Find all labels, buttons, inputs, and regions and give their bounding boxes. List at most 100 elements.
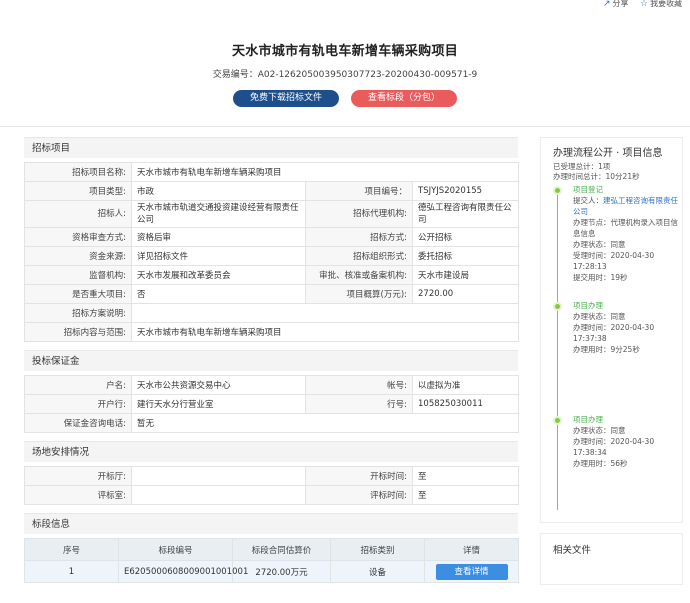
field-value: 天水市城市有轨电车新增车辆采购项目 bbox=[130, 162, 520, 182]
field-label: 户名: bbox=[24, 375, 132, 395]
field-label: 监督机构: bbox=[24, 265, 132, 285]
field-label: 招标内容与范围: bbox=[24, 322, 132, 342]
section-title: 投标保证金 bbox=[24, 350, 518, 371]
step-node: 办理节点：代理机构录入项目信息信息 bbox=[573, 218, 678, 238]
step-name: 项目登记 bbox=[573, 185, 603, 194]
related-files-title: 相关文件 bbox=[553, 545, 592, 556]
field-value: 天水市公共资源交易中心 bbox=[131, 375, 306, 395]
column-header: 招标类别 bbox=[330, 538, 425, 561]
download-tender-button[interactable]: 免费下载招标文件 bbox=[233, 90, 339, 107]
section-title: 场地安排情况 bbox=[24, 441, 518, 462]
field-value: 否 bbox=[131, 284, 306, 304]
favorite-link[interactable]: ☆ 我要收藏 bbox=[640, 0, 682, 9]
step-registration: 项目登记 提交人：建弘工程咨询有限责任公司 办理节点：代理机构录入项目信息信息 … bbox=[573, 184, 681, 283]
table-header-row: 序号 标段编号 标段合同估算价 招标类别 详情 bbox=[24, 538, 519, 561]
table-row: 1 E6205000608009001001001 2720.00万元 设备 查… bbox=[24, 560, 519, 583]
timeline-line bbox=[557, 192, 558, 510]
step-name: 项目办理 bbox=[573, 301, 603, 310]
table-row: 项目类型: 市政 项目编号： TSJYJS2020155 bbox=[24, 181, 520, 201]
column-header: 标段编号 bbox=[118, 538, 233, 561]
venue-section: 场地安排情况 开标厅: 开标时间: 至 评标室: 评标时间: 至 bbox=[24, 441, 519, 505]
transaction-number: 交易编号：A02-126205003950307723-20200430-009… bbox=[212, 70, 478, 80]
field-label: 行号: bbox=[305, 394, 413, 414]
field-label: 审批、核准或备案机构: bbox=[305, 265, 413, 285]
timeline-node bbox=[553, 302, 562, 311]
tender-table: 招标项目名称: 天水市城市有轨电车新增车辆采购项目 项目类型: 市政 项目编号： TSJ… bbox=[24, 162, 520, 342]
section-title: 招标项目 bbox=[24, 137, 518, 158]
timeline-node bbox=[553, 186, 562, 195]
venue-table: 开标厅: 开标时间: 至 评标室: 评标时间: 至 bbox=[24, 466, 519, 505]
view-lots-button[interactable]: 查看标段（分包）情况 bbox=[351, 90, 457, 120]
table-row: 户名: 天水市公共资源交易中心 帐号: 以虚拟为准 bbox=[24, 375, 519, 395]
bid-section: 标段信息 序号 标段编号 标段合同估算价 招标类别 详情 1 E62050006… bbox=[24, 513, 519, 583]
step-status: 办理状态：同意 bbox=[573, 426, 626, 435]
step-duration: 提交用时：19秒 bbox=[573, 273, 628, 282]
table-row: 招标内容与范围: 天水市城市有轨电车新增车辆采购项目 bbox=[24, 322, 520, 342]
field-label: 招标方案说明: bbox=[24, 303, 132, 323]
lot-type: 设备 bbox=[330, 560, 425, 583]
share-icon: ↗ bbox=[603, 0, 611, 9]
field-label: 评标室: bbox=[24, 485, 132, 505]
table-row: 招标项目名称: 天水市城市有轨电车新增车辆采购项目 bbox=[24, 162, 520, 182]
step-processing: 项目办理 办理状态：同意 办理时间：2020-04-30 17:37:38 办理… bbox=[573, 300, 681, 355]
field-value: 天水市发展和改革委员会 bbox=[131, 265, 306, 285]
panel-title: 办理流程公开 · 项目信息 bbox=[553, 148, 663, 159]
field-value: 至 bbox=[412, 485, 519, 505]
field-label: 招标代理机构: bbox=[305, 200, 413, 228]
page-header: 天水市城市有轨电车新增车辆采购项目 交易编号：A02-1262050039503… bbox=[0, 40, 690, 120]
table-row: 资格审查方式: 资格后审 招标方式: 公开招标 bbox=[24, 227, 520, 247]
step-status: 办理状态：同意 bbox=[573, 312, 626, 321]
divider bbox=[0, 126, 690, 127]
step-submitter: 提交人：建弘工程咨询有限责任公司 bbox=[573, 196, 678, 216]
step-processing: 项目办理 办理状态：同意 办理时间：2020-04-30 17:38:34 办理… bbox=[573, 414, 681, 469]
field-value: 详见招标文件 bbox=[131, 246, 306, 266]
step-duration: 办理用时：9分25秒 bbox=[573, 345, 640, 354]
step-time: 办理时间：2020-04-30 17:37:38 bbox=[573, 323, 655, 343]
field-label: 帐号: bbox=[305, 375, 413, 395]
field-label: 招标项目名称: bbox=[24, 162, 132, 182]
step-name: 项目办理 bbox=[573, 415, 603, 424]
field-value: 资格后审 bbox=[131, 227, 306, 247]
field-label: 保证金咨询电话: bbox=[24, 413, 132, 433]
field-label: 资格审查方式: bbox=[24, 227, 132, 247]
field-value bbox=[131, 485, 306, 505]
field-value: 105825030011 bbox=[412, 394, 519, 414]
lot-number: 1 bbox=[24, 560, 119, 583]
step-duration: 办理用时：56秒 bbox=[573, 459, 628, 468]
field-value bbox=[131, 466, 306, 486]
table-row: 开户行: 建行天水分行营业室 行号: 105825030011 bbox=[24, 394, 519, 414]
process-sidebar: 办理流程公开 · 项目信息 已受理总计：1项 办理时间总计：10分21秒 项目登… bbox=[540, 137, 683, 585]
top-bar: ↗ 分享 ☆ 我要收藏 bbox=[0, 0, 690, 10]
field-value: 暂无 bbox=[131, 413, 519, 433]
section-title: 标段信息 bbox=[24, 513, 518, 534]
related-files-panel: 相关文件 bbox=[540, 533, 683, 585]
field-label: 是否重大项目: bbox=[24, 284, 132, 304]
field-label: 资金来源: bbox=[24, 246, 132, 266]
field-value: 天水市城市轨道交通投资建设经营有限责任公司 bbox=[131, 200, 306, 228]
field-value: 建行天水分行营业室 bbox=[131, 394, 306, 414]
field-label: 评标时间: bbox=[305, 485, 413, 505]
deposit-section: 投标保证金 户名: 天水市公共资源交易中心 帐号: 以虚拟为准 开户行: 建行天水分行营… bbox=[24, 350, 519, 433]
share-link[interactable]: ↗ 分享 bbox=[603, 0, 629, 9]
main-content: 招标项目 招标项目名称: 天水市城市有轨电车新增车辆采购项目 项目类型: 市政 项目编… bbox=[24, 137, 520, 591]
field-label: 招标人: bbox=[24, 200, 132, 228]
field-label: 项目类型: bbox=[24, 181, 132, 201]
step-status: 办理状态：同意 bbox=[573, 240, 626, 249]
table-row: 保证金咨询电话: 暂无 bbox=[24, 413, 519, 433]
table-row: 资金来源: 详见招标文件 招标组织形式: 委托招标 bbox=[24, 246, 520, 266]
field-value: 德弘工程咨询有限责任公司 bbox=[411, 200, 520, 228]
table-row: 评标室: 评标时间: 至 bbox=[24, 485, 519, 505]
field-label: 项目概算(万元): bbox=[305, 284, 413, 304]
timeline-node bbox=[553, 416, 562, 425]
field-label: 开标厅: bbox=[24, 466, 132, 486]
field-value: 天水市城市有轨电车新增车辆采购项目 bbox=[130, 322, 520, 342]
bid-table: 序号 标段编号 标段合同估算价 招标类别 详情 1 E6205000608009… bbox=[24, 538, 519, 583]
table-row: 开标厅: 开标时间: 至 bbox=[24, 466, 519, 486]
field-label: 开户行: bbox=[24, 394, 132, 414]
field-label: 项目编号： bbox=[305, 181, 413, 201]
column-header: 序号 bbox=[24, 538, 119, 561]
field-value bbox=[130, 303, 520, 323]
table-row: 招标方案说明: bbox=[24, 303, 520, 323]
page-title: 天水市城市有轨电车新增车辆采购项目 bbox=[231, 44, 459, 59]
view-details-button[interactable]: 查看详情 bbox=[435, 563, 508, 580]
